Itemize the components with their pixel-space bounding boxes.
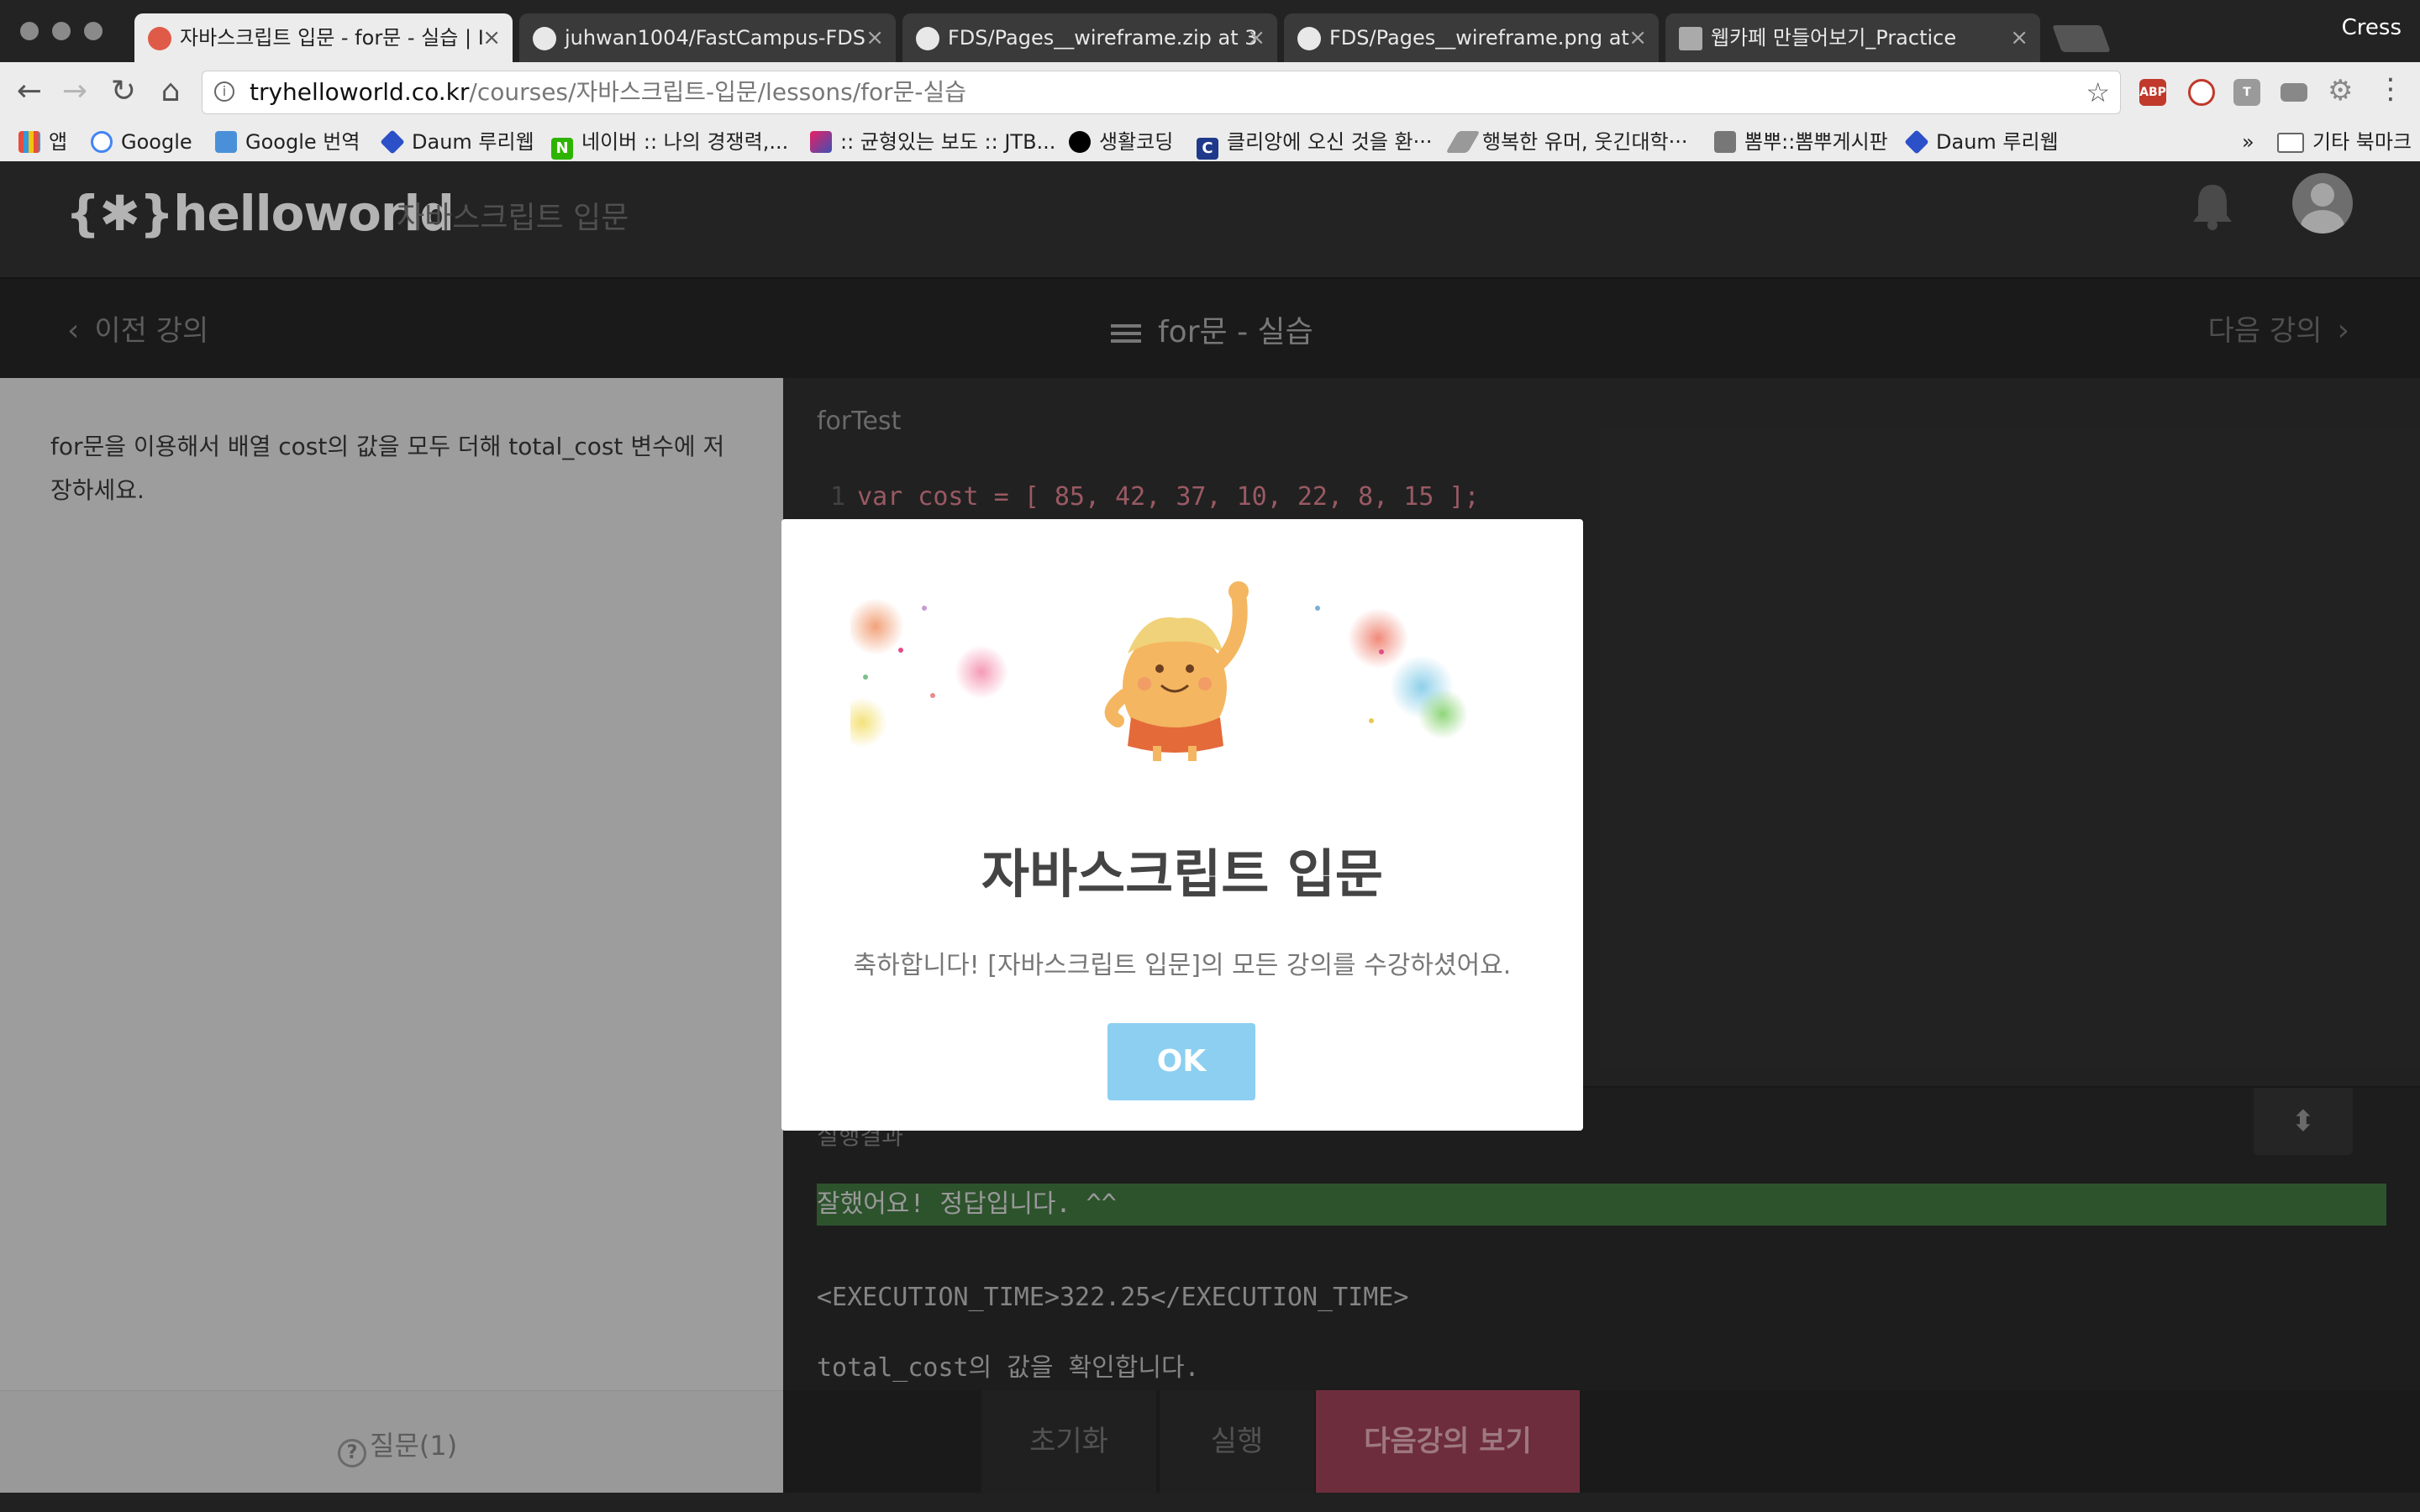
menu-dots-icon[interactable]: ⋮ (2376, 72, 2405, 106)
bookmark-jtbc[interactable]: :: 균형있는 보도 :: JTB... (810, 126, 1055, 158)
jtbc-icon (810, 131, 832, 153)
browser-toolbar: ← → ↻ ⌂ i tryhelloworld.co.kr/courses/자바… (0, 62, 2420, 123)
close-tab-icon[interactable]: × (1628, 13, 1647, 62)
bookmark-label: Google 번역 (245, 130, 360, 154)
adblock-plus-icon[interactable]: ABP (2139, 79, 2166, 106)
maximize-window-button[interactable] (84, 22, 103, 40)
gear-icon[interactable]: ⚙ (2328, 74, 2353, 108)
new-tab-button[interactable] (2052, 25, 2111, 52)
opera-icon[interactable] (2188, 79, 2215, 106)
url-host: tryhelloworld.co.kr (250, 78, 470, 106)
tab-label: juhwan1004/FastCampus-FDS (565, 26, 865, 50)
bookmark-clien[interactable]: C 클리앙에 오신 것을 환··· (1197, 126, 1433, 160)
bookmark-label: Daum 루리웹 (1936, 130, 2059, 154)
bookmark-ppomppu[interactable]: 뽐뿌::뽐뿌게시판 (1714, 126, 1888, 158)
close-tab-icon[interactable]: × (482, 13, 501, 62)
github-icon (533, 27, 556, 50)
page-icon (1679, 27, 1702, 50)
modal-message: 축하합니다! [자바스크립트 입문]의 모든 강의를 수강하셨어요. (853, 951, 1512, 980)
bookmark-label: 행복한 유머, 웃긴대학··· (1482, 130, 1688, 154)
home-button[interactable]: ⌂ (150, 71, 192, 113)
bookmarks-overflow-button[interactable]: » (2242, 126, 2254, 158)
bookmark-daum-ruliweb[interactable]: Daum 루리웹 (380, 126, 534, 158)
bookmark-label: 생활코딩 (1099, 130, 1174, 154)
bookmark-label: 앱 (49, 130, 68, 154)
close-window-button[interactable] (20, 22, 39, 40)
completion-modal: 자바스크립트 입문 축하합니다! [자바스크립트 입문]의 모든 강의를 수강하… (781, 519, 1583, 1131)
google-icon (91, 131, 113, 153)
bookmark-label: 네이버 :: 나의 경쟁력,... (581, 130, 789, 154)
close-tab-icon[interactable]: × (2010, 13, 2028, 62)
modal-title: 자바스크립트 입문 (981, 843, 1383, 905)
bookmark-label: Daum 루리웹 (412, 130, 534, 154)
tab-label: FDS/Pages__wireframe.png at (1329, 26, 1629, 50)
bookmark-label: 클리앙에 오신 것을 환··· (1227, 130, 1433, 154)
bookmark-naver[interactable]: N 네이버 :: 나의 경쟁력,... (551, 126, 789, 160)
close-tab-icon[interactable]: × (865, 13, 884, 62)
bookmark-daum-ruliweb-2[interactable]: Daum 루리웹 (1904, 126, 2059, 158)
celebration-illustration (850, 581, 1468, 761)
humoruniv-icon (1445, 131, 1481, 153)
bookmark-opentutorials[interactable]: 생활코딩 (1069, 126, 1173, 158)
github-icon (916, 27, 939, 50)
tab-active[interactable]: 자바스크립트 입문 - for문 - 실습 | I × (134, 13, 513, 62)
address-bar[interactable]: i tryhelloworld.co.kr/courses/자바스크립트-입문/… (202, 71, 2121, 114)
bookmark-humoruniv[interactable]: 행복한 유머, 웃긴대학··· (1445, 126, 1688, 158)
bookmark-star-icon[interactable]: ☆ (2086, 71, 2110, 113)
info-icon[interactable]: i (214, 81, 234, 102)
tab[interactable]: FDS/Pages__wireframe.zip at 3 × (902, 13, 1277, 62)
tab-label: 자바스크립트 입문 - for문 - 실습 | I (180, 26, 484, 50)
github-icon (1297, 27, 1321, 50)
bookmark-label: 기타 북마크 (2312, 130, 2412, 154)
tab[interactable]: 웹카페 만들어보기_Practice × (1665, 13, 2040, 62)
tab-label: FDS/Pages__wireframe.zip at 3 (948, 26, 1258, 50)
tab[interactable]: FDS/Pages__wireframe.png at × (1284, 13, 1659, 62)
profile-name[interactable]: Cress (2342, 15, 2402, 40)
mascot-character (1104, 581, 1249, 761)
url-path: /courses/자바스크립트-입문/lessons/for문-실습 (469, 78, 967, 106)
tab[interactable]: juhwan1004/FastCampus-FDS × (519, 13, 896, 62)
apps-grid-icon (18, 131, 40, 153)
ruliweb-icon (1904, 129, 1929, 155)
back-button[interactable]: ← (8, 71, 50, 113)
tab-label: 웹카페 만들어보기_Practice (1711, 26, 1957, 50)
bookmark-apps[interactable]: 앱 (18, 126, 67, 158)
bookmark-label: Google (121, 130, 192, 154)
bookmark-label: 뽐뿌::뽐뿌게시판 (1744, 130, 1888, 154)
minimize-window-button[interactable] (52, 22, 71, 40)
translate-icon (215, 131, 237, 153)
browser-tab-strip: 자바스크립트 입문 - for문 - 실습 | I × juhwan1004/F… (0, 0, 2420, 62)
bookmark-google-translate[interactable]: Google 번역 (215, 126, 360, 158)
bookmark-label: :: 균형있는 보도 :: JTB... (840, 130, 1056, 154)
close-tab-icon[interactable]: × (1247, 13, 1265, 62)
other-bookmarks-folder[interactable]: 기타 북마크 (2277, 126, 2412, 158)
forward-button[interactable]: → (54, 71, 96, 113)
extension-t-icon[interactable]: T (2233, 79, 2260, 106)
bookmark-google[interactable]: Google (91, 126, 192, 158)
cast-icon[interactable] (2281, 83, 2307, 102)
clien-icon: C (1197, 138, 1218, 160)
ok-button[interactable]: OK (1107, 1023, 1255, 1100)
bookmarks-bar: 앱 Google Google 번역 Daum 루리웹 N 네이버 :: 나의 경… (0, 123, 2420, 162)
naver-icon: N (551, 138, 573, 160)
ppomppu-icon (1714, 131, 1736, 153)
opentutorials-icon (1069, 131, 1091, 153)
ruliweb-icon (380, 129, 405, 155)
helloworld-favicon-icon (148, 27, 171, 50)
reload-button[interactable]: ↻ (103, 71, 145, 113)
folder-icon (2277, 133, 2304, 153)
